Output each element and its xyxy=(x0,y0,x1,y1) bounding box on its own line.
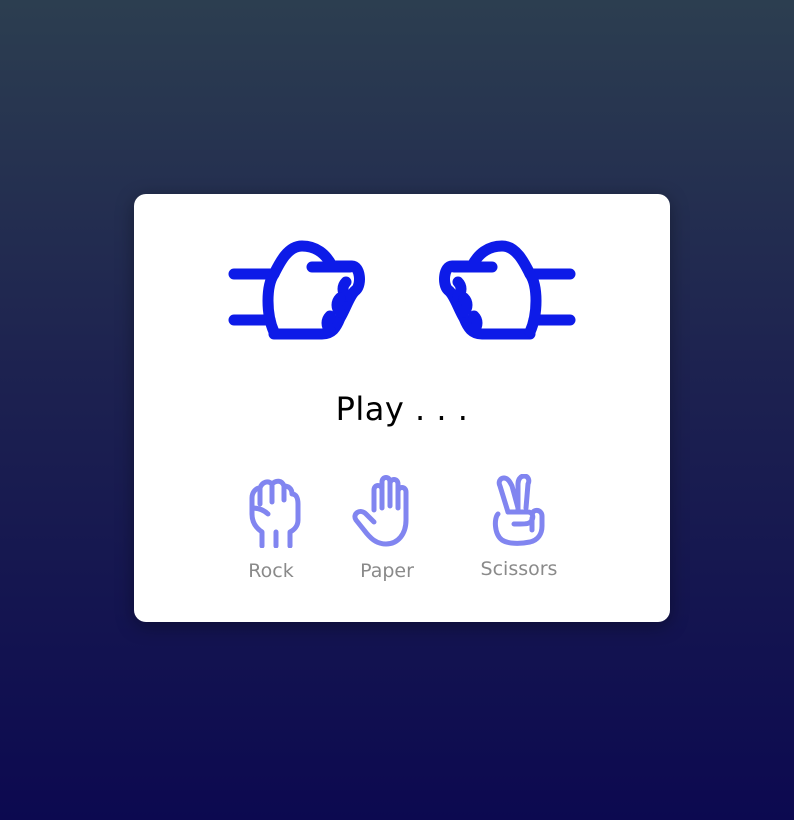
game-card: Play . . . Rock Paper Scissors xyxy=(134,194,670,622)
paper-button[interactable]: Paper xyxy=(332,474,442,582)
computer-hand xyxy=(432,234,582,354)
player-hand xyxy=(222,234,372,354)
choices-panel: Rock Paper Scissors xyxy=(134,474,670,594)
scissors-label: Scissors xyxy=(480,558,558,580)
scissors-hand-icon xyxy=(492,474,545,546)
paper-label: Paper xyxy=(360,560,414,582)
rock-hand-icon xyxy=(249,478,301,548)
scissors-button[interactable]: Scissors xyxy=(464,474,574,580)
result-text: Play . . . xyxy=(335,390,469,428)
paper-hand-icon xyxy=(352,475,409,547)
fist-pointing-right-icon xyxy=(228,240,365,340)
rock-label: Rock xyxy=(248,560,294,582)
hands-display xyxy=(134,234,670,354)
fist-pointing-left-icon xyxy=(439,240,576,340)
rock-button[interactable]: Rock xyxy=(216,474,326,582)
